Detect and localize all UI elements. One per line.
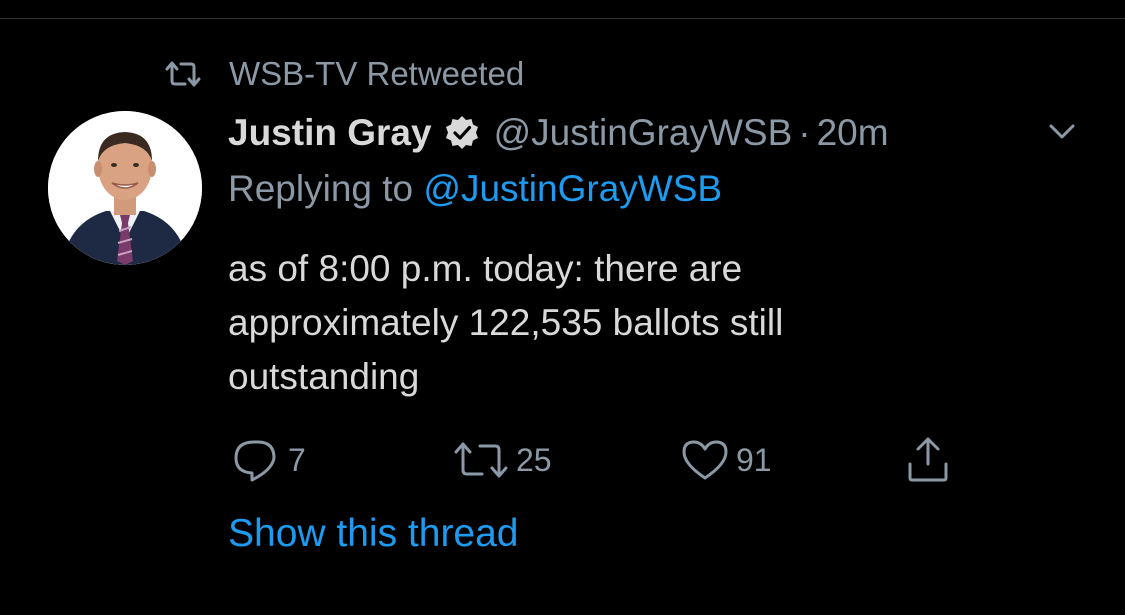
show-thread-link[interactable]: Show this thread xyxy=(228,512,519,556)
chevron-down-icon[interactable] xyxy=(1045,120,1079,144)
retweet-context[interactable]: WSB-TV Retweeted xyxy=(163,54,524,94)
like-button[interactable]: 91 xyxy=(678,432,772,488)
verified-badge-icon xyxy=(445,116,478,149)
avatar[interactable] xyxy=(48,111,202,265)
retweet-count: 25 xyxy=(516,441,552,478)
top-divider xyxy=(0,18,1125,19)
tweet-header: Justin Gray @JustinGrayWSB · 20m xyxy=(228,108,1088,158)
retweet-icon xyxy=(165,61,201,87)
tweet-text: as of 8:00 p.m. today: there are approxi… xyxy=(228,242,1048,404)
tweet-timestamp[interactable]: 20m xyxy=(817,112,889,154)
tweet-actions: 7 25 91 xyxy=(228,432,968,488)
profile-photo xyxy=(48,111,202,265)
heart-icon xyxy=(682,440,728,480)
reply-icon xyxy=(234,440,276,482)
share-icon xyxy=(908,437,948,482)
reply-count: 7 xyxy=(288,441,306,478)
retweet-context-label: WSB-TV Retweeted xyxy=(229,55,525,92)
replying-to-mention[interactable]: @JustinGrayWSB xyxy=(423,168,722,209)
reply-button[interactable]: 7 xyxy=(228,432,306,488)
like-count: 91 xyxy=(736,441,772,478)
tweet-text-line: approximately 122,535 ballots still xyxy=(228,302,784,343)
retweet-action-icon xyxy=(454,442,508,478)
separator-dot: · xyxy=(798,112,811,153)
tweet-text-line: as of 8:00 p.m. today: there are xyxy=(228,248,743,289)
tweet-text-line: outstanding xyxy=(228,356,420,397)
retweet-button[interactable]: 25 xyxy=(450,432,552,488)
author-display-name[interactable]: Justin Gray xyxy=(228,112,432,154)
share-button[interactable] xyxy=(904,432,952,488)
replying-to: Replying to @JustinGrayWSB xyxy=(228,168,722,210)
replying-to-prefix: Replying to xyxy=(228,168,414,209)
author-handle[interactable]: @JustinGrayWSB xyxy=(494,112,793,154)
